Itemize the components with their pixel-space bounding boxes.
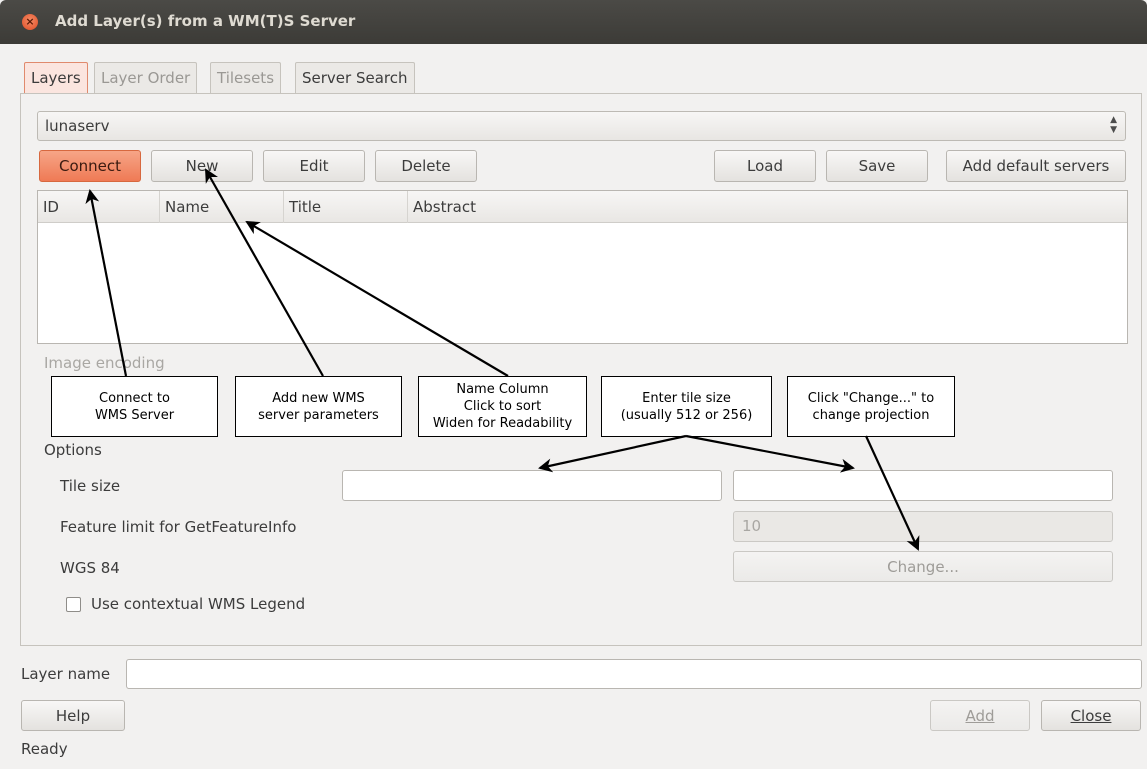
layer-name-label: Layer name <box>21 665 111 683</box>
add-button-label: Add <box>965 707 995 725</box>
load-button[interactable]: Load <box>714 150 816 182</box>
column-header-name[interactable]: Name <box>160 191 284 223</box>
layers-table[interactable]: ID Name Title Abstract <box>37 190 1128 344</box>
add-button[interactable]: Add <box>930 700 1030 731</box>
table-header: ID Name Title Abstract <box>38 191 1127 223</box>
column-header-title[interactable]: Title <box>284 191 408 223</box>
server-select[interactable]: lunaserv ▲ ▼ <box>37 111 1126 141</box>
annotation-new-line-1: Add new WMS <box>272 390 365 406</box>
tile-size-label: Tile size <box>60 477 121 495</box>
annotation-connect: Connect to WMS Server <box>51 376 218 437</box>
window-title: Add Layer(s) from a WM(T)S Server <box>55 12 356 30</box>
annotation-connect-line-1: Connect to <box>99 390 170 406</box>
server-select-value: lunaserv <box>45 117 110 135</box>
image-encoding-label: Image encoding <box>44 354 165 372</box>
save-button[interactable]: Save <box>826 150 928 182</box>
layer-name-input[interactable] <box>126 659 1142 689</box>
crs-label: WGS 84 <box>60 559 120 577</box>
annotation-name-column: Name Column Click to sort Widen for Read… <box>418 376 587 437</box>
annotation-tile-size-line-2: (usually 512 or 256) <box>620 407 753 423</box>
annotation-name-column-line-3: Widen for Readability <box>432 416 573 431</box>
annotation-change: Click "Change..." to change projection <box>787 376 955 437</box>
tab-server-search[interactable]: Server Search <box>295 62 415 94</box>
close-button-label: Close <box>1070 707 1112 725</box>
annotation-connect-line-2: WMS Server <box>94 407 175 423</box>
column-header-abstract[interactable]: Abstract <box>408 191 1127 223</box>
contextual-legend-label: Use contextual WMS Legend <box>91 595 306 613</box>
feature-limit-input[interactable]: 10 <box>733 511 1113 542</box>
options-heading: Options <box>44 441 102 459</box>
annotation-tile-size: Enter tile size (usually 512 or 256) <box>601 376 772 437</box>
connect-button[interactable]: Connect <box>39 150 141 182</box>
feature-limit-label: Feature limit for GetFeatureInfo <box>60 518 297 536</box>
annotation-name-column-line-2: Click to sort <box>463 399 542 414</box>
close-button[interactable]: Close <box>1041 700 1141 731</box>
annotation-new-line-2: server parameters <box>258 407 379 423</box>
status-text: Ready <box>21 740 68 758</box>
updown-arrows-icon: ▲ ▼ <box>1110 115 1117 135</box>
annotation-new: Add new WMS server parameters <box>235 376 402 437</box>
tab-layers[interactable]: Layers <box>24 62 88 94</box>
new-button[interactable]: New <box>151 150 253 182</box>
annotation-name-column-line-1: Name Column <box>456 382 549 397</box>
column-header-id[interactable]: ID <box>38 191 160 223</box>
change-crs-button[interactable]: Change... <box>733 551 1113 582</box>
tile-width-input[interactable] <box>342 470 722 501</box>
edit-button[interactable]: Edit <box>263 150 365 182</box>
annotation-change-line-1: Click "Change..." to <box>807 390 935 406</box>
tile-height-input[interactable] <box>733 470 1113 501</box>
title-bar: × Add Layer(s) from a WM(T)S Server <box>0 0 1147 44</box>
tab-tilesets[interactable]: Tilesets <box>210 62 282 94</box>
delete-button[interactable]: Delete <box>375 150 477 182</box>
contextual-legend-checkbox[interactable] <box>66 597 81 612</box>
annotation-tile-size-line-1: Enter tile size <box>642 390 731 406</box>
tab-layer-order[interactable]: Layer Order <box>94 62 198 94</box>
add-default-servers-button[interactable]: Add default servers <box>946 150 1126 182</box>
help-button[interactable]: Help <box>21 700 125 731</box>
close-window-icon[interactable]: × <box>22 14 38 30</box>
annotation-change-line-2: change projection <box>812 407 930 423</box>
